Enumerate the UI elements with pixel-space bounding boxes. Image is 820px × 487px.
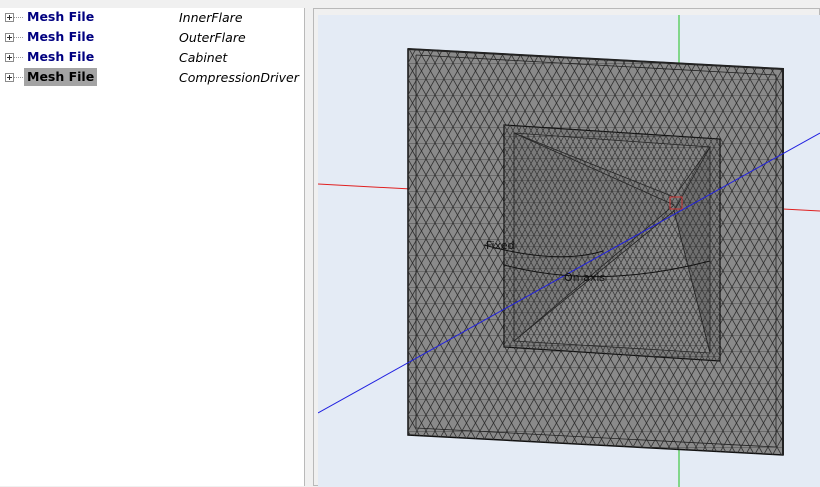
tree-item-type[interactable]: Mesh File xyxy=(24,8,97,26)
tree-connector xyxy=(14,17,23,19)
tree-item-compression-driver[interactable]: Mesh File CompressionDriver xyxy=(0,68,304,88)
expand-icon[interactable] xyxy=(5,33,14,42)
tree-item-type[interactable]: Mesh File xyxy=(24,28,97,46)
on-axis-label: On axis xyxy=(564,271,605,284)
tree-item-type-selected[interactable]: Mesh File xyxy=(24,68,98,86)
expand-icon[interactable] xyxy=(5,53,14,62)
tree-item-name: CompressionDriver xyxy=(179,70,299,85)
tree-item-name: Cabinet xyxy=(179,50,228,65)
viewport-canvas[interactable]: Fixed On axis xyxy=(318,15,820,487)
mesh-scene[interactable]: Fixed On axis xyxy=(318,15,820,487)
expand-icon[interactable] xyxy=(5,73,14,82)
tree-item-inner-flare[interactable]: Mesh File InnerFlare xyxy=(0,8,304,28)
tree-connector xyxy=(14,57,23,59)
tree-item-name: InnerFlare xyxy=(179,10,243,25)
tree-connector xyxy=(14,77,23,79)
expand-icon[interactable] xyxy=(5,13,14,22)
tree-item-type[interactable]: Mesh File xyxy=(24,48,97,66)
tree-item-cabinet[interactable]: Mesh File Cabinet xyxy=(0,48,304,68)
project-tree-panel[interactable]: Mesh File InnerFlare Mesh File OuterFlar… xyxy=(0,8,305,486)
3d-viewport[interactable]: Fixed On axis xyxy=(313,8,820,487)
tree-item-name: OuterFlare xyxy=(179,30,246,45)
tree-connector xyxy=(14,37,23,39)
source-label: Fixed xyxy=(486,239,515,252)
tree-item-outer-flare[interactable]: Mesh File OuterFlare xyxy=(0,28,304,48)
